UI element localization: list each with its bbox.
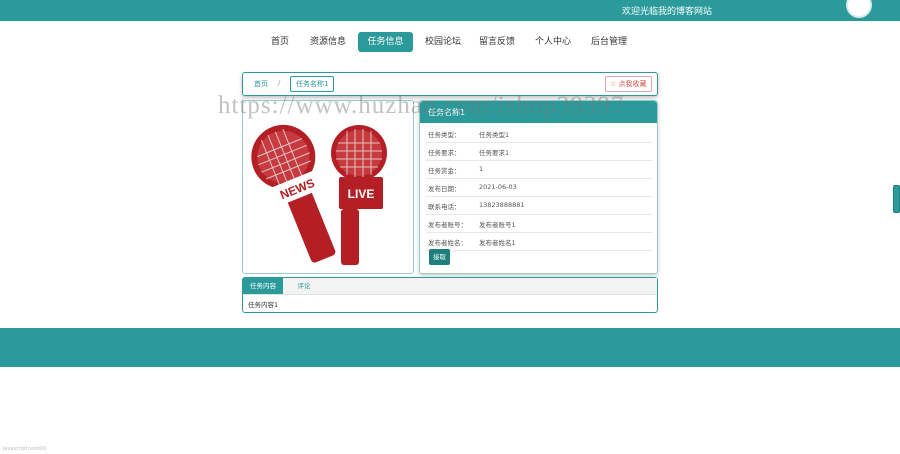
accept-task-button[interactable]: 接取 (429, 249, 450, 265)
row-label: 任务赏金： (428, 167, 461, 175)
nav-item-home[interactable]: 首页 (264, 32, 296, 52)
footer (0, 328, 900, 367)
detail-title: 任务名称1 (428, 108, 466, 117)
breadcrumb-bar: 首页 / 任务名称1 ☆ 点我收藏 (242, 72, 658, 96)
live-mic-handle (341, 209, 359, 265)
breadcrumb-separator: / (278, 79, 281, 87)
welcome-text: 欢迎光临我的博客网站 (622, 7, 713, 17)
detail-row-requirement: 任务要求： 任务要求1 (426, 143, 652, 161)
nav-item-admin[interactable]: 后台管理 (586, 32, 632, 52)
row-label: 任务类型： (428, 131, 461, 139)
status-bar-text: javascript:void(0) (3, 446, 47, 452)
news-mic-handle (287, 190, 336, 263)
detail-header: 任务名称1 (420, 101, 657, 123)
avatar[interactable] (846, 0, 872, 18)
row-label: 发布者姓名： (428, 239, 467, 247)
breadcrumb-current: 任务名称1 (290, 76, 335, 92)
tab-comments[interactable]: 评论 (291, 278, 317, 294)
task-image: NEWS LIVE (242, 100, 414, 274)
microphones-image: NEWS LIVE (251, 124, 387, 265)
main-nav: 首页 资源信息 任务信息 校园论坛 留言反馈 个人中心 后台管理 (0, 30, 900, 54)
detail-row-type: 任务类型： 任务类型1 (426, 125, 652, 143)
row-value: 任务类型1 (479, 131, 510, 139)
detail-row-publisher-account: 发布者账号： 发布者账号1 (426, 215, 652, 233)
detail-row-phone: 联系电话： 13823888881 (426, 197, 652, 215)
detail-row-publisher-name: 发布者姓名： 发布者姓名1 (426, 233, 652, 251)
nav-item-profile[interactable]: 个人中心 (530, 32, 576, 52)
row-value: 发布者姓名1 (479, 239, 516, 247)
top-bar: 欢迎光临我的博客网站 (0, 0, 900, 21)
nav-item-tasks[interactable]: 任务信息 (358, 32, 413, 52)
row-label: 发布日期： (428, 185, 461, 193)
row-label: 发布者账号： (428, 221, 467, 229)
row-value: 发布者账号1 (479, 221, 516, 229)
row-value: 13823888881 (479, 201, 525, 209)
breadcrumb-home[interactable]: 首页 (254, 79, 268, 89)
side-scroll-handle[interactable] (893, 185, 900, 213)
row-label: 联系电话： (428, 203, 461, 211)
nav-item-forum[interactable]: 校园论坛 (420, 32, 466, 52)
nav-item-resources[interactable]: 资源信息 (305, 32, 351, 52)
detail-row-reward: 任务赏金： 1 (426, 161, 652, 179)
tab-strip: 任务内容 评论 (243, 278, 657, 295)
task-tabs: 任务内容 评论 任务内容1 (242, 277, 658, 313)
nav-item-feedback[interactable]: 留言反馈 (474, 32, 520, 52)
task-detail-panel: 任务名称1 任务类型： 任务类型1 任务要求： 任务要求1 任务赏金： 1 发布… (419, 100, 658, 274)
row-label: 任务要求： (428, 149, 461, 157)
row-value: 1 (479, 165, 484, 173)
favorite-button[interactable]: ☆ 点我收藏 (605, 76, 652, 92)
row-value: 2021-06-03 (479, 183, 517, 191)
tab-content-text: 任务内容1 (248, 301, 279, 309)
row-value: 任务要求1 (479, 149, 510, 157)
tab-task-content[interactable]: 任务内容 (243, 278, 283, 294)
detail-row-date: 发布日期： 2021-06-03 (426, 179, 652, 197)
live-tag: LIVE (348, 187, 375, 201)
